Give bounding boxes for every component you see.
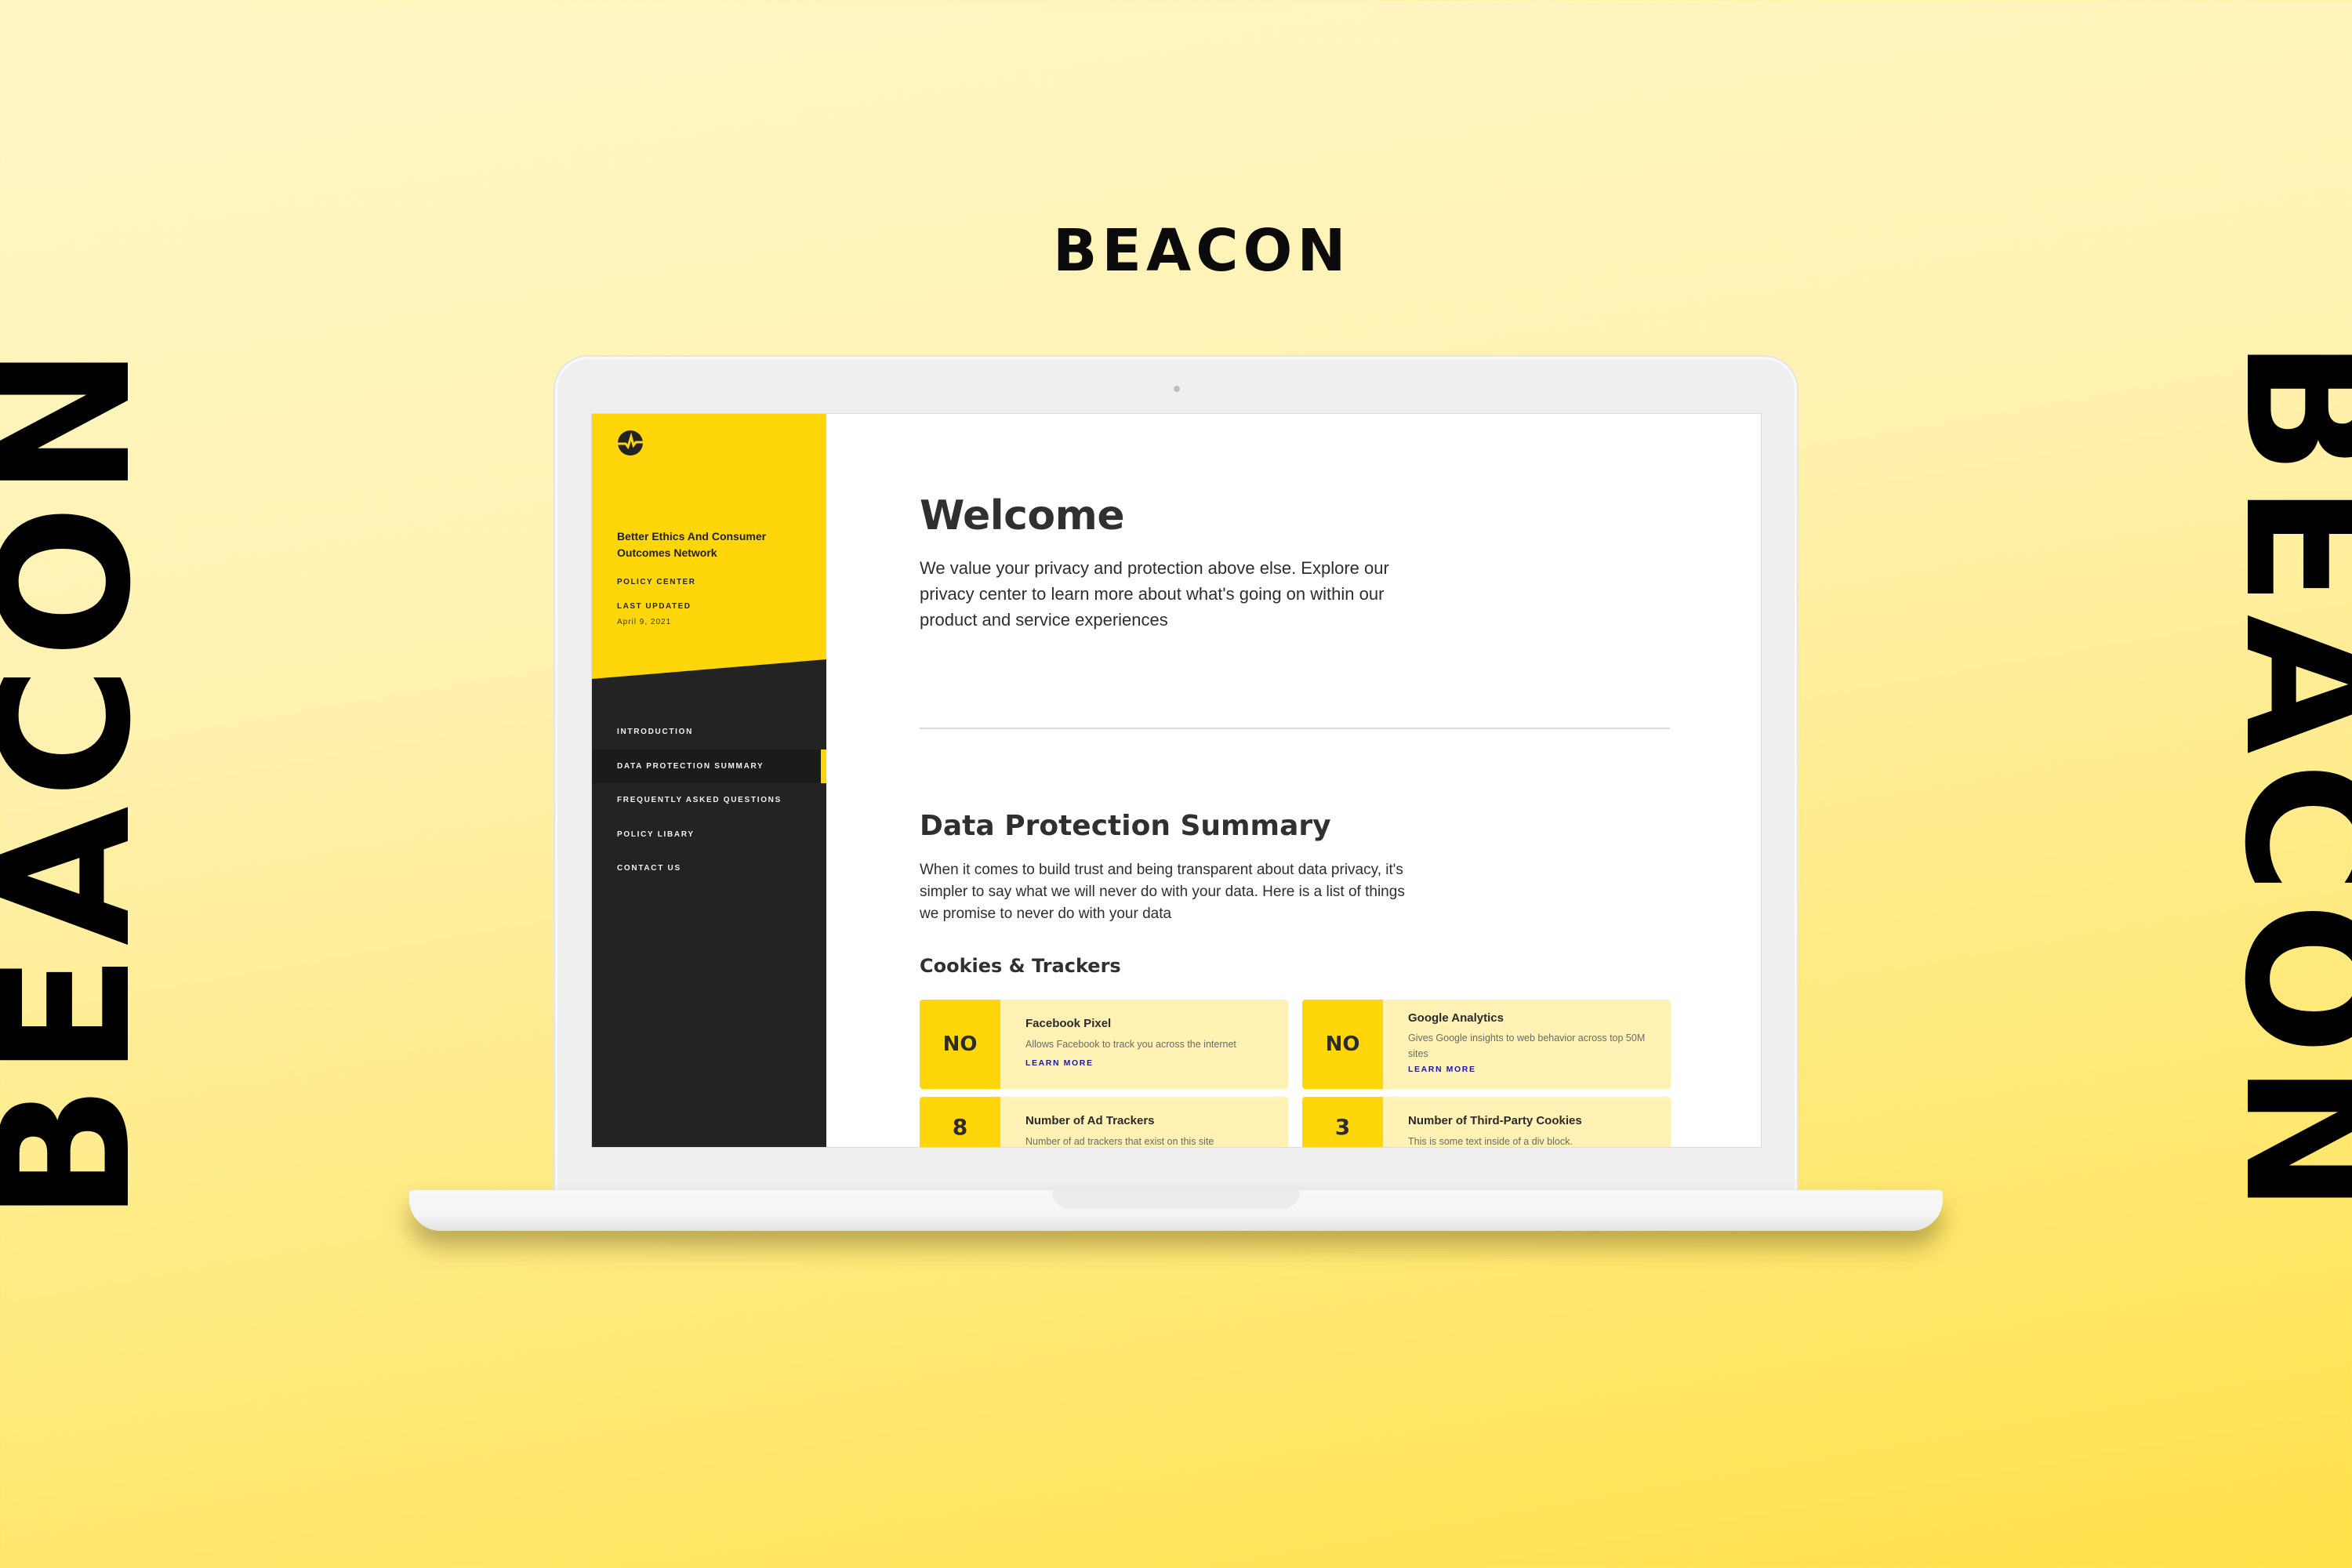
card-description: Gives Google insights to web behavior ac…: [1408, 1033, 1646, 1059]
data-protection-title: Data Protection Summary: [920, 810, 1331, 842]
count-badge: 3: [1302, 1097, 1383, 1147]
card-title: Facebook Pixel: [1025, 1017, 1112, 1030]
card-facebook-pixel: NO Facebook Pixel Allows Facebook to tra…: [920, 1000, 1288, 1089]
nav-item-introduction[interactable]: INTRODUCTION: [592, 715, 826, 750]
status-badge: NO: [1302, 1000, 1383, 1089]
last-updated-label: LAST UPDATED: [617, 602, 691, 611]
camera-icon: [1174, 386, 1180, 392]
last-updated-date: April 9, 2021: [617, 618, 672, 626]
status-badge: NO: [920, 1000, 1000, 1089]
side-wordmark-left: BEACON: [0, 338, 171, 1222]
beacon-wordmark: BEACON: [1053, 217, 1351, 285]
sidebar-header: Better Ethics And Consumer Outcomes Netw…: [592, 414, 826, 679]
section-divider: [920, 728, 1670, 729]
card-title: Google Analytics: [1408, 1011, 1504, 1025]
card-third-party-cookies: 3 Number of Third-Party Cookies This is …: [1302, 1097, 1671, 1147]
card-description: Allows Facebook to track you across the …: [1025, 1039, 1236, 1050]
side-wordmark-right: BEACON: [2205, 338, 2352, 1222]
nav-item-data-protection-summary[interactable]: DATA PROTECTION SUMMARY: [592, 749, 826, 783]
count-badge: 8: [920, 1097, 1000, 1147]
card-ad-trackers: 8 Number of Ad Trackers Number of ad tra…: [920, 1097, 1288, 1147]
laptop-screen: Better Ethics And Consumer Outcomes Netw…: [591, 413, 1762, 1148]
card-title: Number of Ad Trackers: [1025, 1114, 1155, 1127]
nav-item-faq[interactable]: FREQUENTLY ASKED QUESTIONS: [592, 783, 826, 818]
card-google-analytics: NO Google Analytics Gives Google insight…: [1302, 1000, 1671, 1089]
learn-more-link[interactable]: LEARN MORE: [1408, 1065, 1476, 1074]
learn-more-link[interactable]: LEARN MORE: [1025, 1058, 1094, 1068]
cookies-trackers-title: Cookies & Trackers: [920, 955, 1121, 977]
laptop-notch: [1052, 1190, 1300, 1209]
sidebar: Better Ethics And Consumer Outcomes Netw…: [592, 414, 826, 1147]
card-description: This is some text inside of a div block.: [1408, 1136, 1573, 1147]
main-content: Welcome We value your privacy and protec…: [920, 414, 1704, 1147]
card-title: Number of Third-Party Cookies: [1408, 1114, 1582, 1127]
pulse-circle-icon[interactable]: [617, 430, 644, 456]
sidebar-nav: INTRODUCTION DATA PROTECTION SUMMARY FRE…: [592, 715, 826, 886]
welcome-body: We value your privacy and protection abo…: [920, 558, 1389, 630]
nav-item-contact-us[interactable]: CONTACT US: [592, 851, 826, 886]
nav-item-policy-library[interactable]: POLICY LIBARY: [592, 818, 826, 852]
policy-center-label: POLICY CENTER: [617, 578, 696, 586]
data-protection-body: When it comes to build trust and being t…: [920, 862, 1405, 922]
welcome-title: Welcome: [920, 492, 1125, 539]
org-name: Better Ethics And Consumer Outcomes Netw…: [617, 530, 767, 559]
card-description: Number of ad trackers that exist on this…: [1025, 1136, 1214, 1147]
